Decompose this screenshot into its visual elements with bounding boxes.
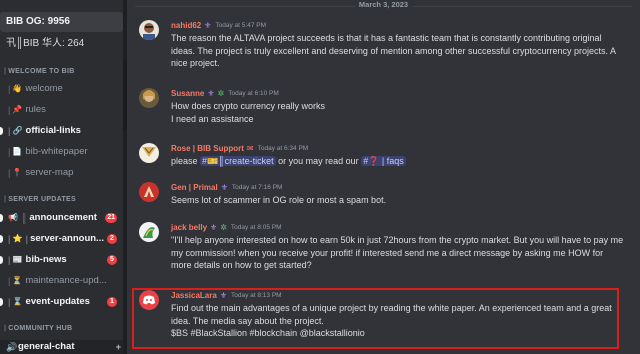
fleur-de-lis-icon: ⚜ [204,21,212,30]
timestamp: Today at 8:05 PM [230,224,282,231]
fleur-de-lis-icon: ⚜ [220,183,228,192]
add-user-icon[interactable]: + [116,340,121,354]
message-body: The reason the ALTAVA project succeeds i… [171,32,626,70]
username[interactable]: nahid62 [171,20,201,31]
stat-og-count[interactable]: BIB OG: 9956 [0,12,123,32]
channel-label: event-updates [25,296,90,307]
speaker-icon: 🔊 [6,342,18,352]
document-icon: 📄 [12,147,23,156]
channel-official-links[interactable]: | 🔗 official-links [0,122,123,140]
channel-bib-news[interactable]: | 📰 bib-news 5 [0,251,123,269]
channel-label: maintenance-upd... [25,275,107,286]
message-body: "I'll help anyone interested on how to e… [171,234,626,272]
category-label: WELCOME TO BIB [8,68,75,75]
category-server-updates[interactable]: | SERVER UPDATES [0,196,76,203]
category-welcome[interactable]: | WELCOME TO BIB [0,68,75,75]
date-divider-label: March 3, 2023 [354,0,413,9]
channel-server-announcements[interactable]: | ⭐ | server-announ... 2 [0,230,123,248]
channel-label: server-map [25,167,74,178]
timestamp: Today at 7:16 PM [231,184,283,191]
username[interactable]: jack belly [171,222,207,233]
channel-mention-create-ticket[interactable]: #🎫║create-ticket [200,156,276,166]
channel-label: rules [25,104,46,115]
avatar[interactable] [139,20,159,40]
hourglass-icon: ⏳ [12,276,23,285]
wave-icon: 👋 [12,84,23,93]
mention-badge: 1 [107,297,117,307]
megaphone-icon: 📢 [8,213,18,222]
channel-sidebar: BIB OG: 9956 卂║BIB 华人: 264 | WELCOME TO B… [0,0,127,354]
avatar[interactable] [139,88,159,108]
voice-channel-general-chat[interactable]: 🔊 general-chat + [0,340,127,354]
message-body: Seems lot of scammer in OG role or most … [171,194,626,207]
channel-rules[interactable]: | 📌 rules [0,101,123,119]
mail-icon: ✉ [246,144,254,153]
category-community-hub[interactable]: | COMMUNITY HUB [0,325,72,332]
channel-announcement[interactable]: 📢 ║ announcement 21 [0,209,123,227]
message-text: "I'll help anyone interested on how to e… [171,235,624,270]
channel-bib-whitepaper[interactable]: | 📄 bib-whitepaper [0,143,123,161]
message-text: The reason the ALTAVA project succeeds i… [171,33,616,68]
message-header: Gen | Primal ⚜ Today at 7:16 PM [171,182,282,193]
channel-label: server-announ... [30,233,104,244]
username[interactable]: Susanne [171,88,204,99]
chat-panel: March 3, 2023 nahid62 ⚜ Today at 5:47 PM… [127,0,640,354]
fleur-de-lis-icon: ⚜ [210,223,218,232]
username[interactable]: Gen | Primal [171,182,218,193]
newspaper-icon: 📰 [12,255,23,264]
username[interactable]: Rose | BIB Support [171,143,244,154]
message-text: I need an assistance [171,113,254,124]
channel-welcome[interactable]: | 👋 welcome [0,80,123,98]
category-label: SERVER UPDATES [8,196,76,203]
channel-mention-faqs[interactable]: #❓ | faqs [361,156,406,166]
mention-badge: 21 [105,213,117,223]
message-body: How does crypto currency really works I … [171,100,626,125]
leaf-badge-icon: ✲ [217,89,225,98]
mention-badge: 2 [107,234,117,244]
message-body: please #🎫║create-ticket or you may read … [171,155,626,168]
highlight-box [132,288,619,349]
channel-event-updates[interactable]: | ⌛ event-updates 1 [0,293,123,311]
category-label: COMMUNITY HUB [8,325,73,332]
leaf-badge-icon: ✲ [220,223,227,232]
voice-channel-label: general-chat [18,341,75,352]
avatar[interactable] [139,222,159,242]
avatar[interactable] [139,182,159,202]
timestamp: Today at 5:47 PM [215,22,266,29]
mention-badge: 5 [107,255,117,265]
link-icon: 🔗 [12,126,23,135]
channel-label: welcome [25,83,63,94]
channel-server-map[interactable]: | 📍 server-map [0,164,123,182]
channel-label: official-links [25,125,81,136]
message-text: Seems lot of scammer in OG role or most … [171,195,387,205]
timestamp: Today at 6:10 PM [228,90,279,97]
channel-label: announcement [29,212,97,223]
message-text: How does crypto currency really works [171,101,326,111]
channel-label: bib-news [25,254,67,265]
hourglass-done-icon: ⌛ [12,297,23,306]
message-text: please [171,156,201,166]
message-header: nahid62 ⚜ Today at 5:47 PM [171,20,266,31]
date-divider: March 3, 2023 [135,0,632,12]
avatar[interactable] [139,143,159,163]
stat-chinese-count[interactable]: 卂║BIB 华人: 264 [0,34,123,54]
message-header: Rose | BIB Support ✉ Today at 6:34 PM [171,143,308,154]
fleur-de-lis-icon: ⚜ [207,89,215,98]
message-header: jack belly ⚜ ✲ Today at 8:05 PM [171,222,282,233]
timestamp: Today at 6:34 PM [257,145,309,152]
channel-maintenance-updates[interactable]: | ⏳ maintenance-upd... [0,272,123,290]
pin-icon: 📌 [12,105,23,114]
map-pin-icon: 📍 [12,168,23,177]
message-header: Susanne ⚜ ✲ Today at 6:10 PM [171,88,279,99]
channel-label: bib-whitepaper [25,146,88,157]
message-text: or you may read our [275,156,362,166]
star-icon: ⭐ [12,234,23,243]
